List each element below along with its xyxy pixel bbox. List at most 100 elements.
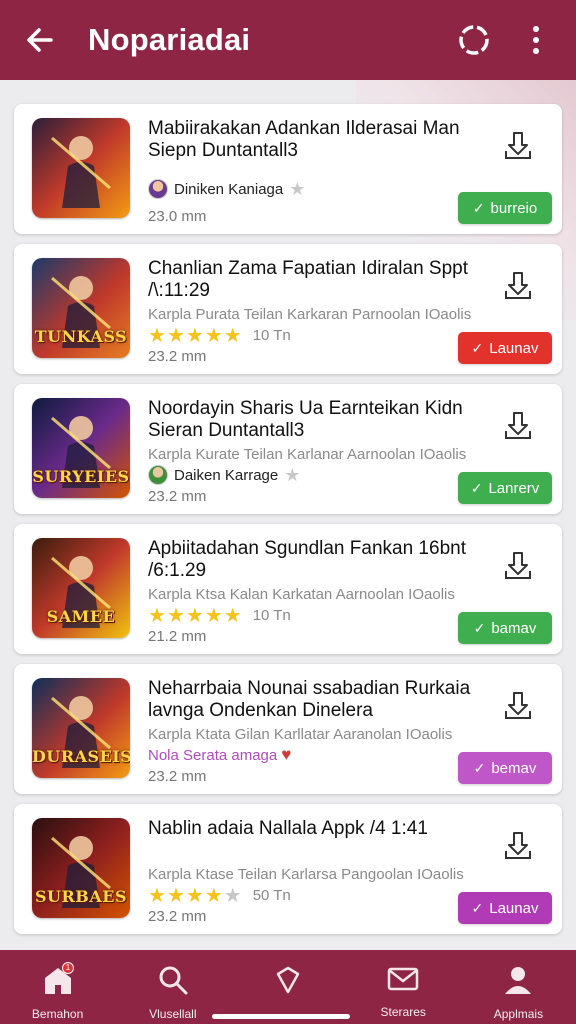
app-subtitle: Karpla Ktsa Kalan Karkatan Aarnoolan IOa… [148,586,455,603]
nav-label: Bemahon [31,1007,84,1021]
app-thumbnail[interactable]: DURASEIS [32,678,130,778]
thumbnail-title: TUNKASS [34,327,128,346]
app-meta: Diniken Kaniaga ★ [148,178,305,200]
app-meta: ★★★★★ 50 Tn [148,883,291,908]
app-subtitle: Karpla Kurate Teilan Karlanar Aarnoolan … [148,446,467,463]
sync-icon [459,25,489,55]
app-thumbnail[interactable]: SURBAES [32,818,130,918]
install-button[interactable]: ✓ bemav [458,752,552,784]
app-size: 21.2 mm [148,628,207,645]
app-thumbnail[interactable]: SAMEE [32,538,130,638]
check-icon: ✓ [471,339,484,356]
download-button[interactable] [502,548,534,582]
app-subtitle: Karpla Ktata Gilan Karllatar Aaranolan I… [148,726,453,743]
star-filled-icon: ★ [148,884,167,907]
developer-name[interactable]: Diniken Kaniaga [174,181,283,198]
app-subtitle: Karpla Ktase Teilan Karlarsa Pangoolan I… [148,866,464,883]
app-card[interactable]: SURYEIES Noordayin Sharis Ua Earnteikan K… [14,384,562,514]
search-icon [157,964,189,1001]
check-icon: ✓ [473,759,486,776]
download-button[interactable] [502,128,534,162]
app-title[interactable]: Apbiitadahan Sgundlan Fankan 16bnt /6:1.… [148,538,478,582]
back-button[interactable] [20,20,60,60]
download-icon [505,552,531,579]
heart-icon[interactable]: ♥ [281,745,291,765]
install-button-label: bamav [491,619,537,637]
sync-button[interactable] [454,20,494,60]
download-icon [505,412,531,439]
install-button[interactable]: ✓ Lanrerv [458,472,552,504]
app-size: 23.2 mm [148,768,207,785]
nav-item-applmais[interactable]: Applmais [461,950,576,1024]
nav-item-bemahon[interactable]: 1 Bemahon [0,950,115,1024]
download-icon [505,832,531,859]
user-icon [502,964,534,1001]
nav-item-center[interactable] [230,950,345,1024]
star-filled-icon: ★ [204,604,224,627]
favorite-star-icon[interactable]: ★ [289,179,305,200]
install-button-label: bemav [491,759,537,777]
app-bar: Nopariadai [0,0,576,80]
bottom-navigation: 1 Bemahon Vlusellall Sterares Applmais [0,950,576,1024]
check-icon: ✓ [470,479,483,496]
thumbnail-title: SURYEIES [32,467,130,486]
more-vertical-icon [533,26,539,54]
app-card[interactable]: SAMEE Apbiitadahan Sgundlan Fankan 16bnt … [14,524,562,654]
mail-icon [386,964,420,999]
star-filled-icon: ★ [148,604,167,627]
rating-count: 10 Tn [252,326,291,344]
check-icon: ✓ [472,199,485,216]
install-button-label: burreio [490,199,538,217]
app-thumbnail[interactable]: TUNKASS [32,258,130,358]
download-button[interactable] [502,688,534,722]
install-button[interactable]: ✓ bamav [458,612,552,644]
developer-avatar [148,465,168,485]
arrow-left-icon [27,28,53,52]
nav-label: Applmais [493,1007,544,1021]
shield-icon [272,964,304,1001]
developer-name[interactable]: Nola Serata amaga [148,747,277,764]
app-meta: ★★★★★ 10 Tn [148,603,291,628]
install-button[interactable]: ✓ burreio [458,192,552,224]
thumbnail-title: DURASEIS [32,747,130,766]
developer-name[interactable]: Daiken Karrage [174,467,278,484]
app-size: 23.2 mm [148,348,207,365]
install-button-label: Launav [489,899,539,917]
app-subtitle: Karpla Purata Teilan Karkaran Parnoolan … [148,306,472,323]
install-button[interactable]: ✓ Launav [458,892,552,924]
app-card[interactable]: Mabiirakakan Adankan Ilderasai Man Siepn… [14,104,562,234]
app-card[interactable]: TUNKASS Chanlian Zama Fapatian Idiralan S… [14,244,562,374]
app-title[interactable]: Noordayin Sharis Ua Earnteikan Kidn Sier… [148,398,478,442]
star-filled-icon: ★ [185,604,205,627]
star-filled-icon: ★ [166,604,186,627]
app-card[interactable]: DURASEIS Neharrbaia Nounai ssabadian Rurk… [14,664,562,794]
app-title[interactable]: Mabiirakakan Adankan Ilderasai Man Siepn… [148,118,478,162]
app-thumbnail[interactable]: SURYEIES [32,398,130,498]
more-options-button[interactable] [516,20,556,60]
app-meta: ★★★★★ 10 Tn [148,323,291,348]
app-card[interactable]: SURBAES Nablin adaia Nallala Appk /4 1:41… [14,804,562,934]
app-size: 23.0 mm [148,208,207,225]
download-button[interactable] [502,268,534,302]
app-meta: Daiken Karrage ★ [148,464,300,486]
install-button[interactable]: ✓ Launav [458,332,552,364]
app-title[interactable]: Nablin adaia Nallala Appk /4 1:41 [148,818,478,840]
nav-label: Sterares [380,1005,426,1019]
developer-avatar [148,179,168,199]
thumbnail-title: SAMEE [46,607,116,626]
rating-stars: ★★★★★ [148,323,243,348]
nav-item-sterares[interactable]: Sterares [346,950,461,1024]
app-size: 23.2 mm [148,908,207,925]
thumbnail-title: SURBAES [35,887,127,906]
download-button[interactable] [502,408,534,442]
download-icon [505,132,531,159]
nav-item-vlusellall[interactable]: Vlusellall [115,950,230,1024]
star-empty-icon: ★ [223,884,243,907]
favorite-star-icon[interactable]: ★ [284,465,300,486]
app-title[interactable]: Neharrbaia Nounai ssabadian Rurkaia lavn… [148,678,478,722]
download-button[interactable] [502,828,534,862]
app-thumbnail[interactable] [32,118,130,218]
rating-stars: ★★★★★ [148,883,243,908]
app-title[interactable]: Chanlian Zama Fapatian Idiralan Sppt /\:… [148,258,478,302]
rating-stars: ★★★★★ [148,603,243,628]
